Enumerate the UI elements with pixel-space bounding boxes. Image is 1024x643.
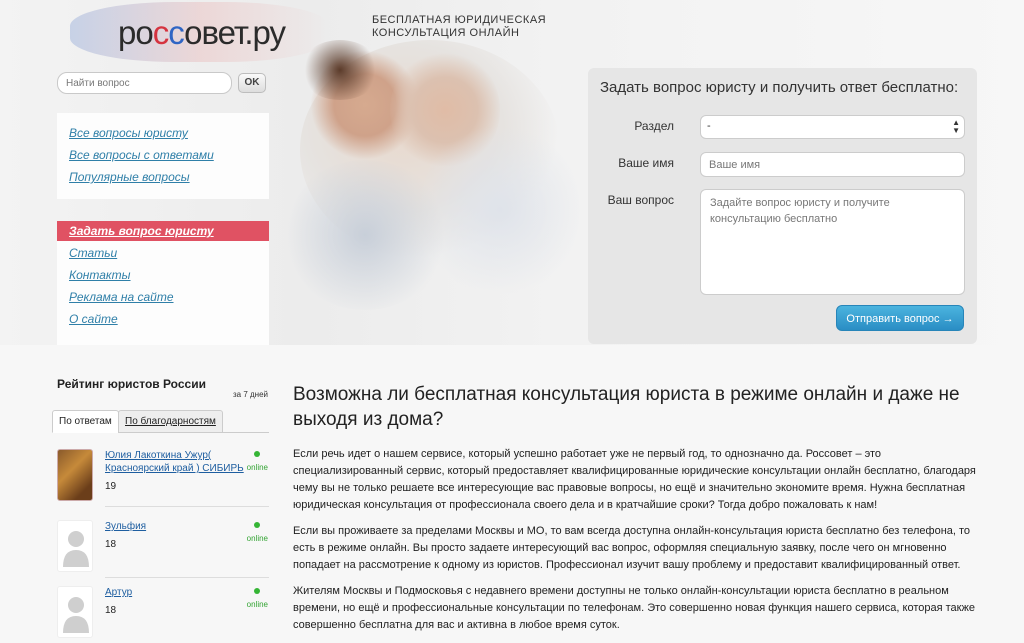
article-paragraph: Если вы проживаете за пределами Москвы и…: [293, 525, 971, 571]
section-select-value: -: [707, 120, 711, 132]
slogan-line-1: БЕСПЛАТНАЯ ЮРИДИЧЕСКАЯ: [372, 14, 547, 26]
online-status: online: [246, 600, 268, 609]
form-title: Задать вопрос юристу и получить ответ бе…: [600, 79, 959, 96]
nav-about[interactable]: О сайте: [57, 309, 269, 331]
nav-advertising[interactable]: Реклама на сайте: [57, 287, 269, 309]
name-input[interactable]: [700, 152, 965, 177]
search-input[interactable]: [57, 72, 232, 94]
rating-tabs: По ответам По благодарностям: [52, 410, 269, 433]
tab-by-thanks[interactable]: По благодарностям: [118, 410, 223, 433]
online-status: online: [246, 534, 268, 543]
question-textarea[interactable]: [700, 189, 965, 295]
lawyer-name-link[interactable]: Юлия Лакоткина Ужур( Красноярский край )…: [105, 449, 245, 475]
lawyer-score: 18: [105, 605, 117, 616]
tab-by-answers[interactable]: По ответам: [52, 410, 119, 433]
user-placeholder-icon: [63, 597, 89, 633]
lawyer-name-link[interactable]: Зульфия: [105, 520, 245, 533]
nav-all-questions[interactable]: Все вопросы юристу: [57, 123, 269, 145]
search-ok-button[interactable]: OK: [238, 73, 266, 93]
lawyer-name-link[interactable]: Артур: [105, 586, 245, 599]
nav-questions: Все вопросы юристу Все вопросы с ответам…: [57, 113, 269, 199]
tab-by-thanks-label: По благодарностям: [125, 416, 216, 427]
site-logo[interactable]: россовет.ру: [118, 14, 286, 52]
article-paragraph: Жителям Москвы и Подмосковья с недавнего…: [293, 585, 975, 631]
avatar[interactable]: [57, 520, 93, 572]
nav-answered-questions[interactable]: Все вопросы с ответами: [57, 145, 269, 167]
submit-question-button[interactable]: Отправить вопрос →: [836, 305, 964, 331]
site-slogan: БЕСПЛАТНАЯ ЮРИДИЧЕСКАЯ КОНСУЛЬТАЦИЯ ОНЛА…: [372, 14, 546, 40]
lawyer-score: 19: [105, 481, 117, 492]
slogan-line-2: КОНСУЛЬТАЦИЯ ОНЛАЙН: [372, 27, 520, 39]
article: Возможна ли бесплатная консультация юрис…: [293, 382, 983, 643]
article-paragraph: Если речь идет о нашем сервисе, который …: [293, 448, 976, 511]
nav-articles[interactable]: Статьи: [57, 243, 269, 265]
online-status: online: [246, 463, 268, 472]
lawyer-item: Артур 18 online: [57, 586, 269, 643]
user-placeholder-icon: [63, 531, 89, 567]
online-status-icon: [254, 522, 260, 528]
online-status-icon: [254, 451, 260, 457]
name-label: Ваше имя: [618, 156, 674, 170]
nav-ask-lawyer[interactable]: Задать вопрос юристу: [57, 221, 269, 241]
ask-question-form: Задать вопрос юристу и получить ответ бе…: [588, 68, 977, 344]
lawyer-divider: [105, 506, 269, 507]
lawyer-divider: [105, 577, 269, 578]
section-label: Раздел: [634, 119, 674, 133]
online-status-icon: [254, 588, 260, 594]
article-heading: Возможна ли бесплатная консультация юрис…: [293, 384, 960, 430]
hero-sweater: [280, 160, 450, 310]
avatar[interactable]: [57, 449, 93, 501]
nav-main: Задать вопрос юристу Статьи Контакты Рек…: [57, 221, 269, 345]
rating-period: за 7 дней: [233, 390, 269, 399]
rating-title: Рейтинг юристов России: [57, 377, 206, 391]
select-arrows-icon: ▲ ▼: [952, 118, 960, 135]
lawyer-score: 18: [105, 539, 117, 550]
lawyer-item: Зульфия 18 online: [57, 520, 269, 580]
nav-popular-questions[interactable]: Популярные вопросы: [57, 167, 269, 189]
lawyer-item: Юлия Лакоткина Ужур( Красноярский край )…: [57, 449, 269, 509]
nav-contacts[interactable]: Контакты: [57, 265, 269, 287]
question-label: Ваш вопрос: [607, 193, 674, 207]
section-select[interactable]: - ▲ ▼: [700, 115, 965, 139]
avatar[interactable]: [57, 586, 93, 638]
